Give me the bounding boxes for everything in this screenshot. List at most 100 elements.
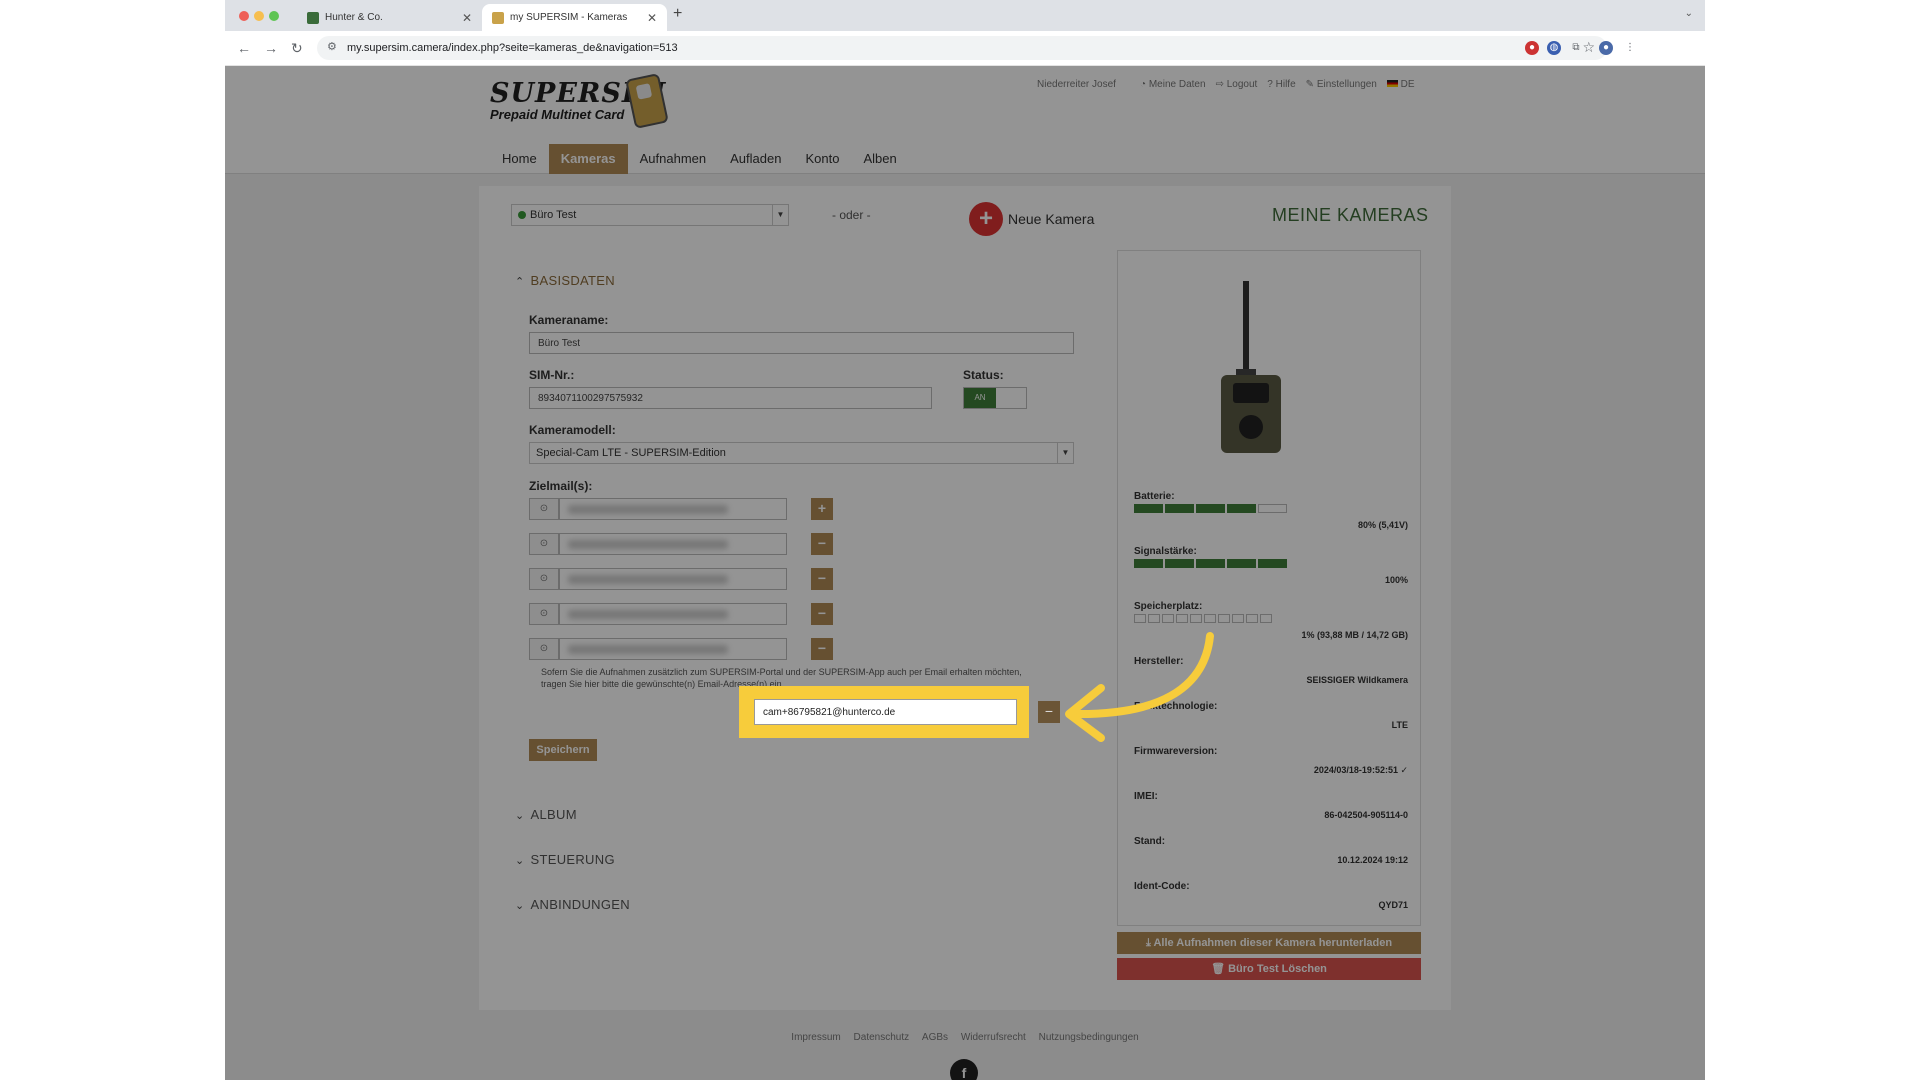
- remove-mail-button[interactable]: −: [811, 603, 833, 625]
- logout-link[interactable]: ⇨ Logout: [1216, 79, 1258, 90]
- close-window-button[interactable]: [239, 11, 249, 21]
- level-segment: [1165, 504, 1194, 513]
- remove-mail-button[interactable]: −: [811, 638, 833, 660]
- chevron-down-icon: ▼: [1057, 443, 1073, 463]
- tab-hunter[interactable]: Hunter & Co. ✕: [297, 4, 482, 31]
- mail-input[interactable]: [559, 498, 787, 520]
- extension-red-icon[interactable]: ●: [1525, 41, 1539, 55]
- battery-value: 80% (5,41V): [1357, 520, 1408, 530]
- page-title: MEINE KAMERAS: [1272, 205, 1429, 225]
- tab-supersim[interactable]: my SUPERSIM - Kameras ✕: [482, 4, 667, 31]
- user-name-text: Niederreiter Josef: [1037, 79, 1116, 90]
- footer-nutzungsbedingungen[interactable]: Nutzungsbedingungen: [1039, 1032, 1139, 1043]
- mail-input[interactable]: [559, 568, 787, 590]
- reload-icon[interactable]: ↻: [291, 40, 303, 57]
- back-icon[interactable]: ←: [237, 40, 251, 56]
- page: SUPERSIM Prepaid Multinet Card Niederrei…: [225, 66, 1705, 1080]
- section-steuerung[interactable]: ⌄ STEUERUNG: [515, 852, 615, 867]
- model-select-value: Special-Cam LTE - SUPERSIM-Edition: [536, 447, 726, 459]
- level-segment: [1258, 504, 1287, 513]
- nav-alben[interactable]: Alben: [851, 144, 908, 174]
- mail-check-icon: ⊙: [529, 498, 559, 520]
- main-nav: Home Kameras Aufnahmen Aufladen Konto Al…: [490, 144, 909, 174]
- extension-blue-icon[interactable]: ◍: [1547, 41, 1561, 55]
- link-label: DE: [1400, 79, 1415, 90]
- section-label: ALBUM: [530, 807, 577, 822]
- new-mail-input[interactable]: cam+86795821@hunterco.de: [754, 699, 1017, 725]
- remove-mail-button[interactable]: −: [811, 533, 833, 555]
- download-all-button[interactable]: ⤓ Alle Aufnahmen dieser Kamera herunterl…: [1117, 932, 1421, 954]
- nav-konto[interactable]: Konto: [793, 144, 851, 174]
- status-toggle[interactable]: AN: [963, 387, 1027, 409]
- level-segment: [1176, 614, 1188, 623]
- mail-input[interactable]: [559, 603, 787, 625]
- chevron-up-icon: ⌃: [515, 276, 525, 288]
- maker-value: SEISSIGER Wildkamera: [1306, 675, 1408, 685]
- link-label: Logout: [1226, 79, 1258, 90]
- level-segment: [1196, 504, 1225, 513]
- kameras-panel: Büro Test ▼ - oder - + Neue Kamera MEINE…: [479, 186, 1451, 1010]
- save-button[interactable]: Speichern: [529, 739, 597, 761]
- footer-impressum[interactable]: Impressum: [791, 1032, 840, 1043]
- nav-home[interactable]: Home: [490, 144, 549, 174]
- delete-camera-button[interactable]: 🗑 Büro Test Löschen: [1117, 958, 1421, 980]
- new-tab-icon[interactable]: +: [673, 5, 682, 23]
- section-label: BASISDATEN: [530, 273, 615, 288]
- stand-value: 10.12.2024 19:12: [1337, 855, 1408, 865]
- footer-agbs[interactable]: AGBs: [922, 1032, 948, 1043]
- close-tab-icon[interactable]: ✕: [647, 11, 657, 25]
- extensions-puzzle-icon[interactable]: ⧉: [1569, 41, 1583, 55]
- online-dot-icon: [518, 211, 526, 219]
- section-basisdaten[interactable]: ⌃ BASISDATEN: [515, 273, 615, 288]
- nav-aufnahmen[interactable]: Aufnahmen: [628, 144, 719, 174]
- address-bar[interactable]: ⚙ my.supersim.camera/index.php?seite=kam…: [317, 36, 1607, 60]
- sim-input[interactable]: 8934071100297575932: [529, 387, 932, 409]
- camera-select[interactable]: Büro Test ▼: [511, 204, 789, 226]
- browser-window: Hunter & Co. ✕ my SUPERSIM - Kameras ✕ +…: [225, 0, 1705, 1080]
- level-segment: [1218, 614, 1230, 623]
- profile-avatar-icon[interactable]: ●: [1599, 41, 1613, 55]
- storage-label: Speicherplatz:: [1134, 601, 1203, 612]
- level-segment: [1260, 614, 1272, 623]
- new-camera-button[interactable]: + Neue Kamera: [969, 202, 1094, 236]
- einstellungen-link[interactable]: ✎ Einstellungen: [1306, 79, 1377, 90]
- nav-kameras[interactable]: Kameras: [548, 144, 628, 174]
- section-album[interactable]: ⌄ ALBUM: [515, 807, 577, 822]
- maximize-window-button[interactable]: [269, 11, 279, 21]
- plus-circle-icon: +: [969, 202, 1003, 236]
- camera-name-input[interactable]: Büro Test: [529, 332, 1074, 354]
- minimize-window-button[interactable]: [254, 11, 264, 21]
- supersim-favicon-icon: [492, 11, 504, 24]
- mail-input[interactable]: [559, 638, 787, 660]
- close-tab-icon[interactable]: ✕: [462, 11, 472, 25]
- section-anbindungen[interactable]: ⌄ ANBINDUNGEN: [515, 897, 630, 912]
- hilfe-link[interactable]: ? Hilfe: [1267, 79, 1295, 90]
- browser-menu-icon[interactable]: ⋮: [1623, 41, 1637, 55]
- pointer-arrow-icon: [1065, 632, 1214, 742]
- facebook-icon[interactable]: f: [950, 1059, 978, 1080]
- link-label: Hilfe: [1275, 79, 1296, 90]
- tech-value: LTE: [1391, 720, 1408, 730]
- add-mail-button[interactable]: +: [811, 498, 833, 520]
- level-segment: [1134, 504, 1163, 513]
- camera-antenna: [1243, 281, 1249, 376]
- tab-title: my SUPERSIM - Kameras: [510, 12, 628, 23]
- footer-datenschutz[interactable]: Datenschutz: [854, 1032, 910, 1043]
- site-settings-icon[interactable]: ⚙: [327, 40, 337, 53]
- tab-search-icon[interactable]: ⌄: [1685, 8, 1693, 19]
- model-select[interactable]: Special-Cam LTE - SUPERSIM-Edition ▼: [529, 442, 1074, 464]
- status-label: Status:: [963, 368, 1004, 382]
- remove-mail-button[interactable]: −: [811, 568, 833, 590]
- bookmark-star-icon[interactable]: ☆: [1582, 39, 1595, 56]
- chevron-down-icon: ▼: [772, 205, 788, 225]
- mail-input[interactable]: [559, 533, 787, 555]
- nav-aufladen[interactable]: Aufladen: [718, 144, 793, 174]
- firmware-label: Firmwareversion:: [1134, 746, 1218, 757]
- language-de-link[interactable]: DE: [1386, 79, 1415, 90]
- forward-icon[interactable]: →: [264, 40, 278, 56]
- battery-bars: [1134, 504, 1287, 513]
- chevron-down-icon: ⌄: [515, 810, 525, 822]
- footer-widerrufsrecht[interactable]: Widerrufsrecht: [961, 1032, 1026, 1043]
- meine-daten-link[interactable]: ◔ Meine Daten: [1140, 79, 1206, 90]
- link-label: Meine Daten: [1148, 79, 1206, 90]
